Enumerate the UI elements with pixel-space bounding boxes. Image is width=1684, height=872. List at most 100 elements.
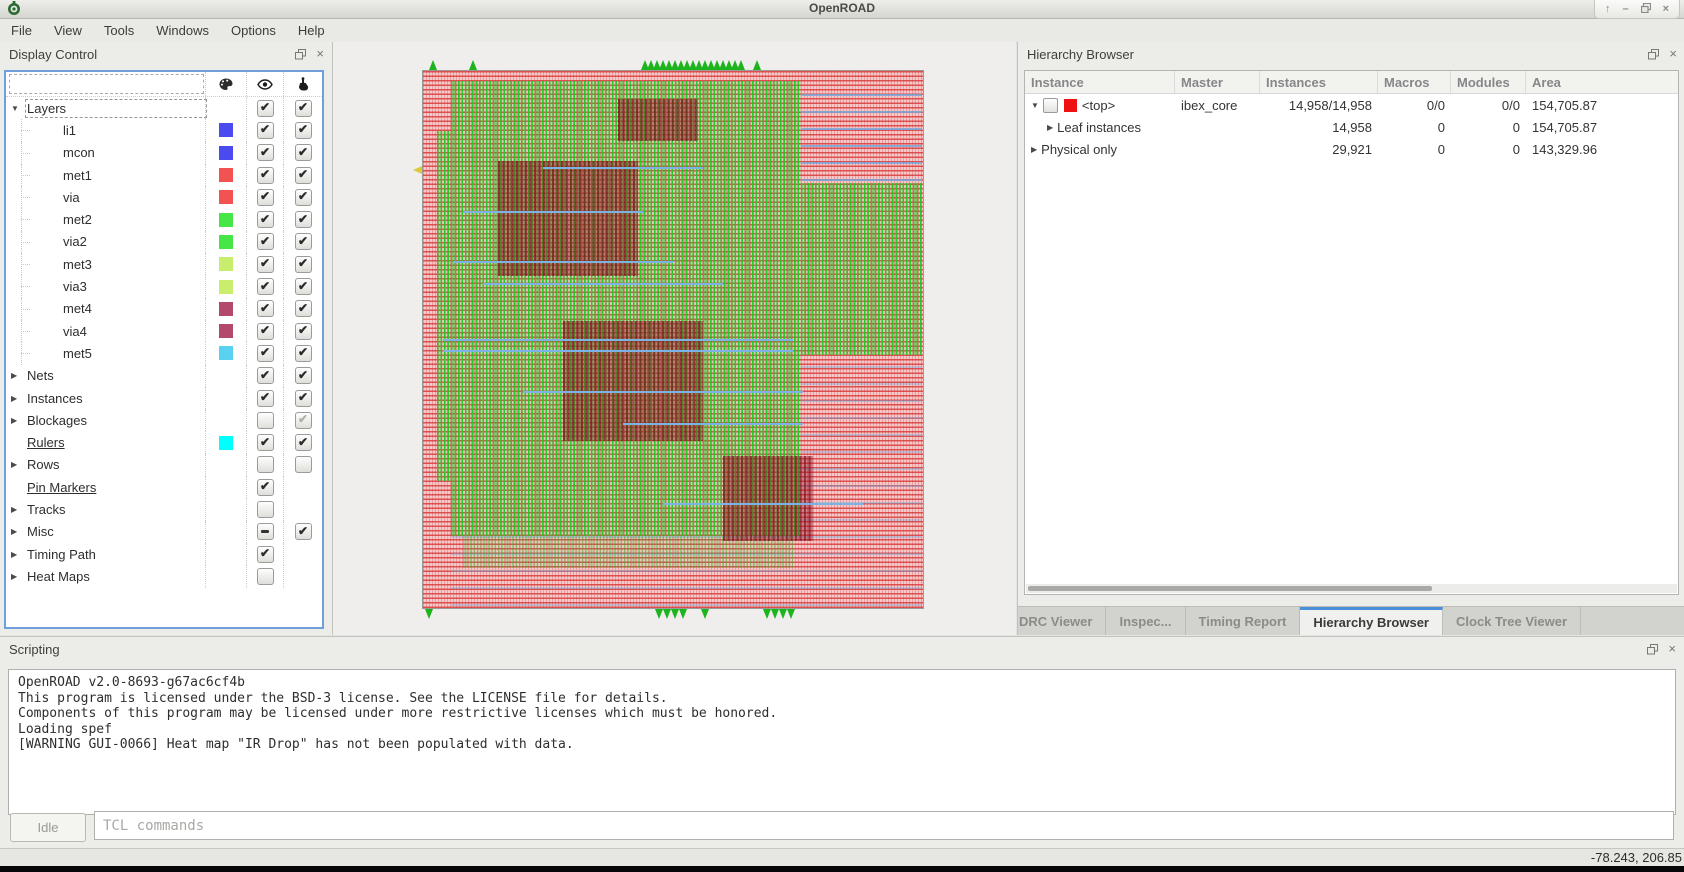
layer-color-swatch[interactable]: [219, 123, 233, 138]
visibility-cell[interactable]: [246, 275, 283, 298]
tree-label-met3[interactable]: met3: [63, 257, 205, 272]
maximize-icon[interactable]: [1640, 2, 1651, 16]
selectable-checkbox[interactable]: [294, 188, 312, 206]
selectable-checkbox[interactable]: [294, 322, 312, 340]
selectable-cell[interactable]: [283, 453, 322, 477]
column-header-instances[interactable]: Instances: [1260, 71, 1378, 93]
visibility-cell[interactable]: [246, 319, 283, 343]
visibility-checkbox[interactable]: [256, 567, 274, 585]
menu-options[interactable]: Options: [220, 20, 287, 41]
selectable-checkbox[interactable]: [294, 411, 312, 429]
close-panel-icon[interactable]: ×: [1668, 642, 1676, 655]
visibility-cell[interactable]: [246, 208, 283, 231]
tree-label-met5[interactable]: met5: [63, 346, 205, 361]
selectable-checkbox[interactable]: [294, 434, 312, 452]
instance-checkbox[interactable]: [1042, 97, 1058, 113]
shade-button[interactable]: ↑: [1605, 3, 1611, 15]
layer-color-swatch[interactable]: [219, 279, 233, 294]
tree-label-met2[interactable]: met2: [63, 212, 205, 227]
selectable-cell[interactable]: [283, 409, 322, 432]
menu-view[interactable]: View: [43, 20, 93, 41]
visibility-cell[interactable]: [246, 453, 283, 477]
tab-inspec[interactable]: Inspec...: [1106, 607, 1186, 635]
hierarchy-row-physical-only[interactable]: ▶ Physical only 29,921 0 0 143,329.96: [1025, 138, 1678, 160]
visibility-checkbox[interactable]: [256, 211, 274, 229]
visibility-checkbox[interactable]: [256, 322, 274, 340]
tree-label-met1[interactable]: met1: [63, 168, 205, 183]
visibility-cell[interactable]: [246, 520, 283, 543]
scrollbar-thumb[interactable]: [1028, 586, 1432, 591]
menu-file[interactable]: File: [0, 20, 43, 41]
swatch-cell[interactable]: [205, 119, 246, 142]
float-panel-icon[interactable]: [295, 48, 307, 60]
layer-color-swatch[interactable]: [219, 301, 233, 316]
selectable-checkbox[interactable]: [294, 121, 312, 139]
selectable-cell[interactable]: [283, 253, 322, 276]
selectable-checkbox[interactable]: [294, 456, 312, 474]
swatch-cell[interactable]: [205, 141, 246, 164]
layer-color-swatch[interactable]: [219, 346, 233, 361]
selectable-cell[interactable]: [283, 520, 322, 543]
selectable-cell[interactable]: [283, 297, 322, 320]
selectable-cell[interactable]: [283, 141, 322, 164]
tree-label-timing-path[interactable]: Timing Path: [27, 547, 205, 562]
visibility-cell[interactable]: [246, 476, 283, 499]
selectable-cell[interactable]: [283, 163, 322, 187]
column-header-instance[interactable]: Instance: [1025, 71, 1175, 93]
swatch-cell[interactable]: [205, 342, 246, 365]
layer-color-swatch[interactable]: [219, 324, 233, 339]
swatch-cell[interactable]: [205, 230, 246, 254]
column-header-area[interactable]: Area: [1526, 71, 1678, 93]
console-log[interactable]: OpenROAD v2.0-8693-g67ac6cf4b This progr…: [8, 669, 1676, 815]
expand-arrow-icon[interactable]: ▶: [6, 505, 27, 514]
visibility-checkbox[interactable]: [256, 144, 274, 162]
visibility-cell[interactable]: [246, 542, 283, 566]
minimize-button[interactable]: –: [1622, 3, 1628, 15]
selectable-cell[interactable]: [283, 186, 322, 209]
menu-help[interactable]: Help: [287, 20, 336, 41]
menu-tools[interactable]: Tools: [93, 20, 145, 41]
selectable-checkbox[interactable]: [294, 389, 312, 407]
swatch-cell[interactable]: [205, 163, 246, 187]
tree-label-via2[interactable]: via2: [63, 234, 205, 249]
visibility-cell[interactable]: [246, 409, 283, 432]
expand-arrow-icon[interactable]: ▶: [6, 371, 27, 380]
expand-arrow-icon[interactable]: ▶: [1031, 145, 1037, 154]
visibility-cell[interactable]: [246, 186, 283, 209]
layer-color-swatch[interactable]: [219, 435, 233, 450]
selectable-checkbox[interactable]: [294, 144, 312, 162]
selectable-checkbox[interactable]: [294, 523, 312, 541]
tree-label-pin-markers[interactable]: Pin Markers: [27, 480, 205, 495]
layer-color-swatch[interactable]: [219, 257, 233, 272]
expand-arrow-icon[interactable]: ▼: [1031, 101, 1039, 110]
tree-label-blockages[interactable]: Blockages: [27, 413, 205, 428]
visibility-checkbox[interactable]: [256, 166, 274, 184]
visibility-checkbox[interactable]: [256, 300, 274, 318]
column-header-modules[interactable]: Modules: [1451, 71, 1526, 93]
selectable-cell[interactable]: [283, 319, 322, 343]
swatch-cell[interactable]: [205, 431, 246, 454]
hierarchy-row-leaf-instances[interactable]: ▶ Leaf instances 14,958 0 0 154,705.87: [1025, 116, 1678, 138]
instance-color-swatch[interactable]: [1063, 98, 1077, 112]
visibility-checkbox[interactable]: [256, 367, 274, 385]
menu-windows[interactable]: Windows: [145, 20, 220, 41]
hierarchy-row-top[interactable]: ▼ <top> ibex_core 14,958/14,958 0/0 0/0 154,70…: [1025, 94, 1678, 116]
visibility-checkbox[interactable]: [256, 344, 274, 362]
selectable-checkbox[interactable]: [294, 166, 312, 184]
swatch-cell[interactable]: [205, 275, 246, 298]
chip-die-canvas[interactable]: [413, 60, 924, 619]
expand-arrow-icon[interactable]: ▶: [6, 527, 27, 536]
visibility-checkbox[interactable]: [256, 121, 274, 139]
layout-viewer[interactable]: [333, 42, 1016, 635]
selectable-checkbox[interactable]: [294, 99, 312, 117]
visibility-cell[interactable]: [246, 119, 283, 142]
tree-label-tracks[interactable]: Tracks: [27, 502, 205, 517]
tab-drc-viewer[interactable]: DRC Viewer: [1018, 607, 1107, 635]
visibility-checkbox[interactable]: [256, 456, 274, 474]
tree-label-met4[interactable]: met4: [63, 301, 205, 316]
visibility-cell[interactable]: [246, 97, 283, 120]
visibility-cell[interactable]: [246, 230, 283, 254]
visibility-checkbox[interactable]: [256, 389, 274, 407]
tree-label-via[interactable]: via: [63, 190, 205, 205]
selectable-cell[interactable]: [283, 364, 322, 387]
